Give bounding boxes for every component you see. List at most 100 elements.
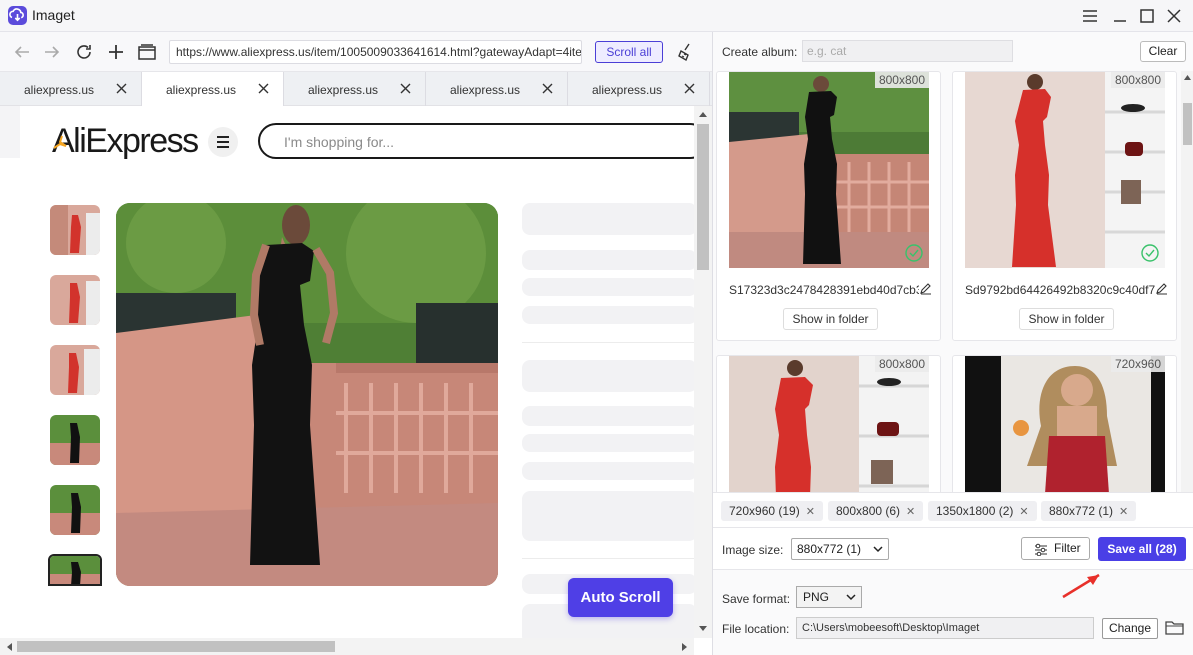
back-icon[interactable] — [12, 42, 32, 62]
product-thumbnail[interactable] — [50, 275, 100, 325]
tab-label: aliexpress.us — [450, 83, 521, 97]
close-tab-icon[interactable] — [684, 83, 695, 94]
divider — [522, 558, 694, 559]
chevron-down-icon — [873, 546, 883, 553]
webview-vertical-scrollbar[interactable] — [694, 106, 712, 638]
image-card[interactable]: 800x800 Sd9792bd64426492b8320c9c40df7 Sh… — [952, 71, 1177, 341]
product-thumbnail[interactable] — [50, 345, 100, 395]
grid-vertical-scrollbar[interactable] — [1181, 71, 1193, 524]
aliexpress-logo[interactable]: AliExpress — [52, 122, 199, 161]
select-value: PNG — [803, 590, 830, 604]
new-tab-icon[interactable] — [106, 42, 126, 62]
minimize-button[interactable] — [1110, 6, 1130, 26]
maximize-button[interactable] — [1137, 6, 1157, 26]
tab-5[interactable]: aliexpress.us — [568, 72, 710, 106]
close-window-button[interactable] — [1164, 6, 1184, 26]
loading-placeholder — [522, 462, 694, 480]
logo-star-icon — [53, 135, 67, 149]
product-thumbnail[interactable] — [50, 205, 100, 255]
edit-pencil-icon[interactable] — [1155, 282, 1168, 295]
loading-placeholder — [522, 203, 694, 235]
page-edge — [0, 106, 20, 158]
close-tab-icon[interactable] — [542, 83, 553, 94]
broom-icon[interactable] — [676, 42, 696, 62]
chip-label: 800x800 (6) — [836, 504, 901, 518]
tab-bar: aliexpress.us aliexpress.us aliexpress.u… — [0, 72, 712, 106]
product-thumbnail-selected[interactable] — [48, 554, 102, 586]
clear-button[interactable]: Clear — [1140, 41, 1186, 62]
show-in-folder-button[interactable]: Show in folder — [1019, 308, 1114, 330]
close-tab-icon[interactable] — [258, 83, 269, 94]
size-chip[interactable]: 880x772 (1) ✕ — [1041, 501, 1137, 521]
change-location-button[interactable]: Change — [1102, 618, 1158, 639]
search-box[interactable]: I'm shopping for... — [258, 123, 694, 159]
image-preview[interactable]: 800x800 — [729, 72, 929, 268]
edit-pencil-icon[interactable] — [919, 282, 932, 295]
tab-3[interactable]: aliexpress.us — [284, 72, 426, 106]
url-input[interactable]: https://www.aliexpress.us/item/100500903… — [169, 40, 582, 64]
image-size-select[interactable]: 880x772 (1) — [791, 538, 889, 560]
size-filter-chips: 720x960 (19) ✕ 800x800 (6) ✕ 1350x1800 (2)… — [713, 492, 1193, 528]
download-panel: Create album: e.g. cat Clear 800x800 S17… — [712, 32, 1193, 655]
select-value: 880x772 (1) — [797, 542, 862, 556]
create-album-label: Create album: — [722, 45, 798, 59]
image-preview[interactable]: 800x800 — [965, 72, 1165, 268]
tab-label: aliexpress.us — [24, 83, 95, 97]
size-chip[interactable]: 1350x1800 (2) ✕ — [928, 501, 1037, 521]
close-tab-icon[interactable] — [400, 83, 411, 94]
product-thumbnail[interactable] — [50, 415, 100, 465]
save-format-label: Save format: — [722, 592, 791, 606]
scrollbar-thumb[interactable] — [697, 124, 709, 270]
tab-1[interactable]: aliexpress.us — [0, 72, 142, 106]
menu-icon[interactable] — [1080, 6, 1100, 26]
file-location-input[interactable]: C:\Users\mobeesoft\Desktop\Imaget — [796, 617, 1094, 639]
webview: AliExpress I'm shopping for... Auto Scro… — [0, 106, 694, 638]
filter-button[interactable]: Filter — [1021, 537, 1090, 560]
webview-horizontal-scrollbar[interactable] — [0, 638, 694, 655]
chip-label: 880x772 (1) — [1049, 504, 1114, 518]
tabs-overview-icon[interactable] — [137, 42, 157, 62]
save-format-select[interactable]: PNG — [796, 586, 862, 608]
remove-chip-icon[interactable]: ✕ — [1019, 506, 1028, 518]
loading-placeholder — [522, 250, 694, 270]
reload-icon[interactable] — [74, 42, 94, 62]
tab-label: aliexpress.us — [308, 83, 379, 97]
check-circle-icon — [1141, 244, 1159, 262]
image-size-row: Image size: 880x772 (1) Filter Save all … — [713, 528, 1193, 570]
product-thumbnail[interactable] — [50, 485, 100, 535]
tab-2[interactable]: aliexpress.us — [142, 72, 284, 106]
tab-4[interactable]: aliexpress.us — [426, 72, 568, 106]
auto-scroll-button[interactable]: Auto Scroll — [568, 578, 673, 617]
image-filename: Sd9792bd64426492b8320c9c40df7 — [965, 283, 1155, 297]
close-tab-icon[interactable] — [116, 83, 127, 94]
scroll-all-button[interactable]: Scroll all — [595, 41, 663, 63]
search-placeholder: I'm shopping for... — [284, 134, 395, 150]
scrollbar-thumb[interactable] — [1183, 103, 1192, 145]
divider — [522, 342, 694, 343]
product-main-image[interactable] — [116, 203, 498, 586]
sliders-icon — [1035, 543, 1047, 556]
show-in-folder-button[interactable]: Show in folder — [783, 308, 878, 330]
annotation-arrow-icon — [1062, 573, 1100, 599]
folder-icon[interactable] — [1165, 619, 1185, 636]
loading-placeholder — [522, 360, 694, 392]
loading-placeholder — [522, 278, 694, 296]
chip-label: 720x960 (19) — [729, 504, 800, 518]
image-grid: 800x800 S17323d3c2478428391ebd40d7cb3 Sh… — [713, 71, 1181, 524]
hamburger-menu-icon[interactable] — [208, 127, 238, 157]
forward-icon[interactable] — [42, 42, 62, 62]
remove-chip-icon[interactable]: ✕ — [906, 506, 915, 518]
image-card[interactable]: 800x800 S17323d3c2478428391ebd40d7cb3 Sh… — [716, 71, 941, 341]
browser-toolbar: https://www.aliexpress.us/item/100500903… — [0, 32, 712, 72]
album-name-input[interactable]: e.g. cat — [802, 40, 1013, 62]
image-filename: S17323d3c2478428391ebd40d7cb3 — [729, 283, 919, 297]
scrollbar-thumb[interactable] — [17, 641, 335, 652]
chevron-down-icon — [846, 594, 856, 601]
size-chip[interactable]: 800x800 (6) ✕ — [828, 501, 924, 521]
app-logo-icon — [8, 6, 27, 25]
size-chip[interactable]: 720x960 (19) ✕ — [721, 501, 823, 521]
remove-chip-icon[interactable]: ✕ — [806, 506, 815, 518]
save-all-button[interactable]: Save all (28) — [1098, 537, 1186, 561]
remove-chip-icon[interactable]: ✕ — [1119, 506, 1128, 518]
image-size-badge: 800x800 — [874, 356, 929, 372]
